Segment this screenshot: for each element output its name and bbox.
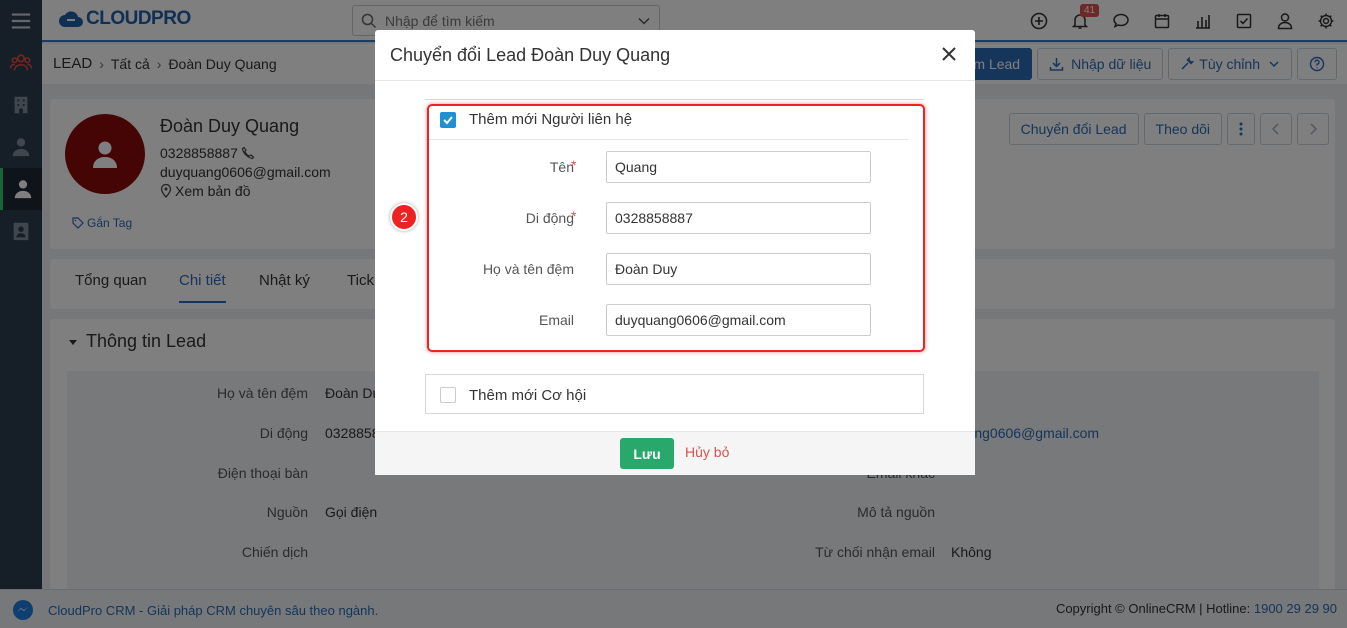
mobile-input[interactable] [606, 202, 871, 234]
save-button[interactable]: Lưu [620, 438, 674, 469]
contact-checkbox[interactable] [440, 111, 456, 128]
email-input[interactable] [606, 304, 871, 336]
close-icon[interactable] [938, 43, 960, 65]
contact-section: Thêm mới Người liên hệ Tên * Di động * H… [425, 99, 924, 353]
last-name-input[interactable] [606, 253, 871, 285]
required-marker: * [571, 157, 577, 173]
first-name-input[interactable] [606, 151, 871, 183]
opportunity-section-label: Thêm mới Cơ hội [469, 386, 587, 404]
dialog-header: Chuyển đổi Lead Đoàn Duy Quang [375, 30, 975, 81]
opportunity-section-header[interactable]: Thêm mới Cơ hội [426, 375, 923, 415]
required-marker: * [571, 208, 577, 224]
dialog-footer: Lưu Hủy bỏ [375, 431, 975, 475]
check-icon [443, 115, 453, 124]
field-first-name: Tên * [425, 151, 924, 183]
field-last-name: Họ và tên đệm [425, 253, 924, 285]
contact-section-label: Thêm mới Người liên hệ [469, 111, 633, 128]
step-marker: 2 [390, 203, 418, 231]
field-mobile: Di động * [425, 202, 924, 234]
cancel-button[interactable]: Hủy bỏ [685, 444, 729, 460]
last-name-label: Họ và tên đệm [482, 261, 574, 277]
convert-lead-dialog: Chuyển đổi Lead Đoàn Duy Quang Thêm mới … [375, 30, 975, 475]
email-label: Email [538, 312, 574, 328]
contact-section-header[interactable]: Thêm mới Người liên hệ [426, 100, 908, 140]
opportunity-checkbox[interactable] [440, 387, 456, 403]
dialog-title: Chuyển đổi Lead Đoàn Duy Quang [390, 45, 671, 65]
field-email: Email [425, 304, 924, 336]
mobile-label: Di động [525, 210, 574, 226]
opportunity-section: Thêm mới Cơ hội [425, 374, 924, 414]
